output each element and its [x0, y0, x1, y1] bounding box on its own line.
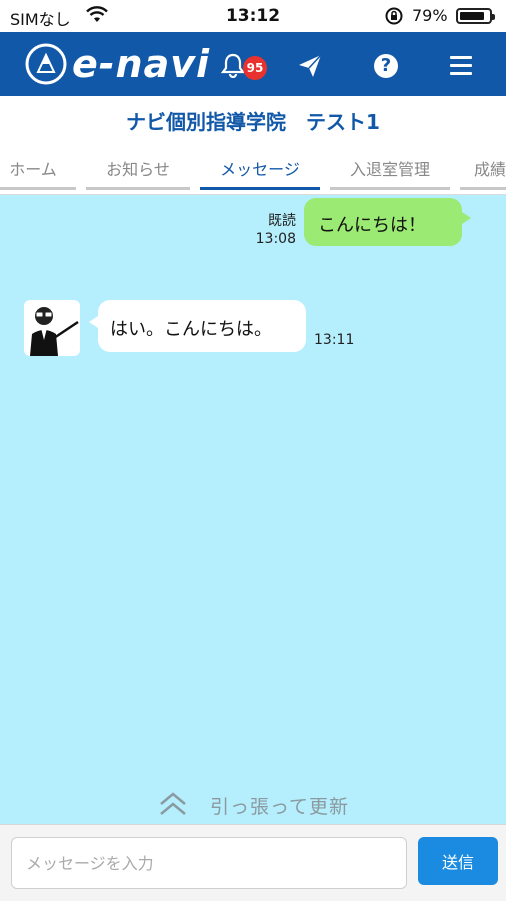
double-chevron-up-icon: [160, 792, 186, 815]
rotation-lock-icon: [385, 7, 403, 25]
compass-logo-icon: [25, 43, 67, 85]
school-title: ナビ個別指導学院 テスト1: [126, 110, 380, 134]
app-header: e-navi 95 ?: [0, 32, 506, 96]
tab-grades[interactable]: 成績: [460, 146, 506, 194]
brand-name: e-navi: [72, 42, 211, 86]
sent-message-meta: 既読 13:08: [240, 212, 296, 248]
menu-icon[interactable]: [450, 56, 472, 76]
tab-label: お知らせ: [106, 160, 170, 179]
received-message-time: 13:11: [314, 332, 355, 348]
paper-plane-icon[interactable]: [296, 52, 324, 80]
received-message-text: はい。こんにちは。: [110, 319, 272, 340]
status-bar: SIMなし 13:12 79%: [0, 0, 506, 32]
received-message-bubble[interactable]: はい。こんにちは。: [89, 300, 306, 352]
sent-message-bubble[interactable]: こんにちは！: [304, 198, 471, 246]
tab-label: メッセージ: [220, 160, 300, 179]
message-input[interactable]: [11, 837, 407, 889]
battery-percent: 79%: [412, 6, 448, 25]
teacher-avatar-icon: [30, 307, 79, 356]
pull-to-refresh-label: 引っ張って更新: [210, 796, 350, 818]
notification-badge: 95: [243, 56, 267, 80]
tab-messages[interactable]: メッセージ: [200, 146, 320, 194]
battery-icon: [456, 8, 495, 24]
tab-home[interactable]: ホーム: [0, 146, 76, 194]
tab-attendance[interactable]: 入退室管理: [330, 146, 450, 194]
brand-logo[interactable]: e-navi: [24, 40, 210, 88]
help-icon[interactable]: ?: [374, 54, 398, 78]
tab-label: ホーム: [9, 160, 57, 179]
sent-message-time: 13:08: [255, 231, 296, 247]
pull-to-refresh[interactable]: 引っ張って更新: [0, 786, 506, 822]
send-button[interactable]: 送信: [418, 837, 498, 885]
tab-bar: ホーム お知らせ メッセージ 入退室管理 成績: [0, 146, 506, 195]
sent-message-text: こんにちは！: [318, 215, 426, 236]
teacher-avatar[interactable]: [24, 300, 80, 356]
read-receipt: 既読: [268, 213, 296, 229]
tab-label: 成績: [474, 160, 506, 179]
bell-icon[interactable]: [220, 52, 246, 78]
message-composer: 送信: [0, 824, 506, 901]
tab-label: 入退室管理: [349, 160, 430, 179]
tab-notices[interactable]: お知らせ: [86, 146, 190, 194]
school-title-bar: ナビ個別指導学院 テスト1: [0, 96, 506, 146]
